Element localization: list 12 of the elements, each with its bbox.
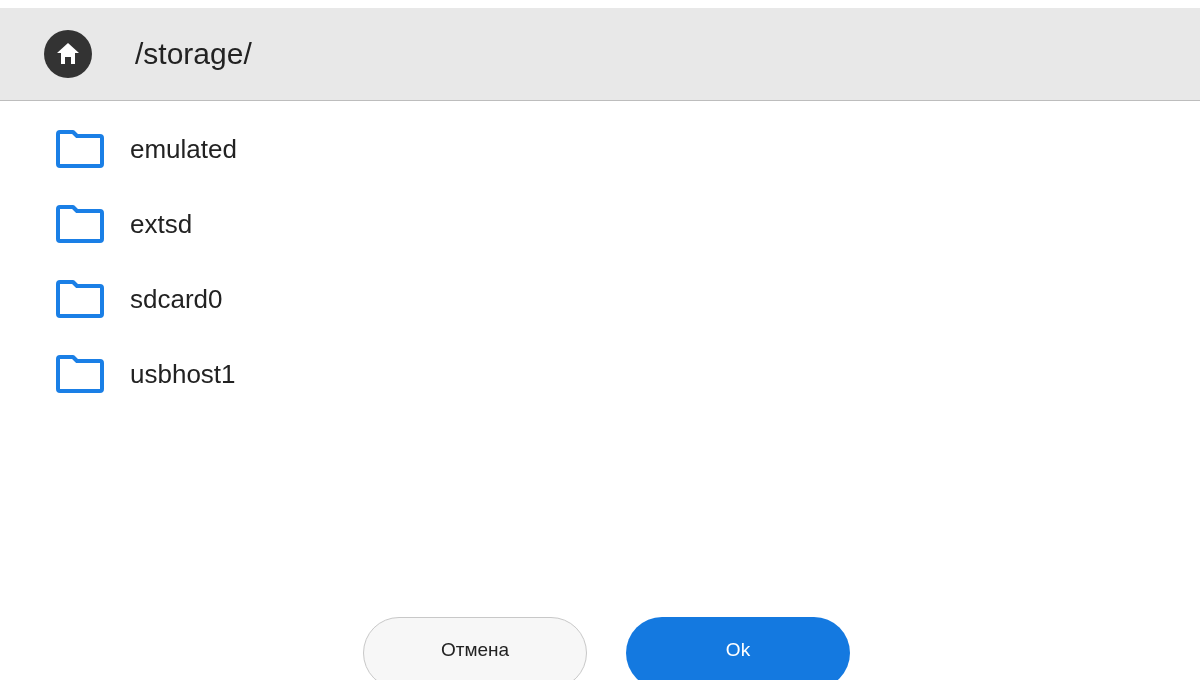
home-icon[interactable]: [44, 30, 92, 78]
folder-name[interactable]: sdcard0: [130, 283, 223, 315]
folder-name[interactable]: extsd: [130, 208, 193, 240]
folder-name[interactable]: emulated: [130, 133, 237, 165]
ok-button[interactable]: Ok: [626, 617, 850, 680]
folder-name[interactable]: usbhost1: [130, 358, 236, 390]
path-title: /storage/: [135, 37, 252, 71]
cancel-button[interactable]: Отмена: [363, 617, 587, 680]
folder-icon: [55, 130, 105, 168]
folder-icon: [55, 205, 105, 243]
folder-icon: [55, 280, 105, 318]
folder-icon: [55, 355, 105, 393]
